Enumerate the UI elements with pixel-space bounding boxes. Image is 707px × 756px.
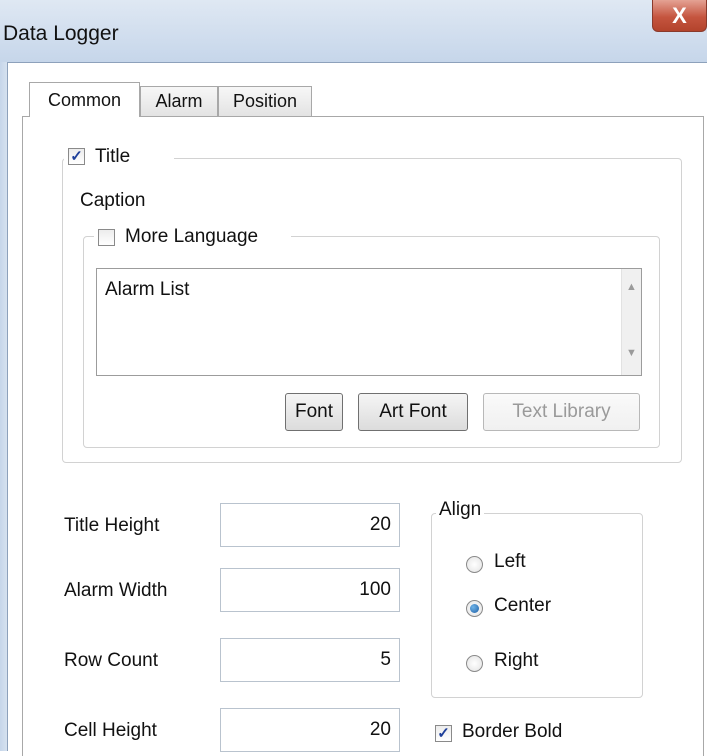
art-font-button[interactable]: Art Font [358,393,468,431]
check-icon: ✓ [70,148,83,165]
more-language-checkbox[interactable] [98,229,115,246]
align-center-label: Center [494,595,552,616]
scroll-down-icon[interactable]: ▼ [622,347,641,359]
row-count-input[interactable]: 5 [220,638,400,682]
scroll-up-icon[interactable]: ▲ [622,281,641,293]
title-height-label: Title Height [64,515,160,536]
title-checkbox[interactable]: ✓ [68,148,85,165]
alarm-width-input[interactable]: 100 [220,568,400,612]
close-button[interactable]: X [652,0,707,32]
caption-text: Alarm List [105,279,190,300]
more-language-legend: More Language [94,225,291,251]
caption-scrollbar[interactable]: ▲ ▼ [621,269,641,375]
text-library-button[interactable]: Text Library [483,393,640,431]
align-legend: Align [436,499,485,521]
title-checkbox-label: Title [95,146,131,167]
align-right-radio[interactable] [466,655,483,672]
tab-alarm[interactable]: Alarm [140,86,218,116]
cell-height-input[interactable]: 20 [220,708,400,752]
tab-position[interactable]: Position [218,86,312,116]
title-legend: ✓ Title [64,145,174,171]
frame-divider [7,62,8,751]
border-bold-checkbox[interactable]: ✓ [435,725,452,742]
row-count-label: Row Count [64,650,158,671]
more-language-label: More Language [125,226,259,247]
align-left-radio[interactable] [466,556,483,573]
caption-label: Caption [80,190,146,211]
check-icon: ✓ [437,725,450,742]
align-center-radio[interactable] [466,600,483,617]
frame-divider [7,62,707,63]
tab-common[interactable]: Common [29,82,140,117]
border-bold-label: Border Bold [462,721,563,742]
window-title: Data Logger [3,22,119,45]
alarm-width-label: Alarm Width [64,580,168,601]
title-height-input[interactable]: 20 [220,503,400,547]
caption-textarea[interactable]: Alarm List [96,268,642,376]
align-right-label: Right [494,650,539,671]
close-icon: X [672,2,687,28]
align-left-label: Left [494,551,526,572]
font-button[interactable]: Font [285,393,343,431]
cell-height-label: Cell Height [64,720,157,741]
